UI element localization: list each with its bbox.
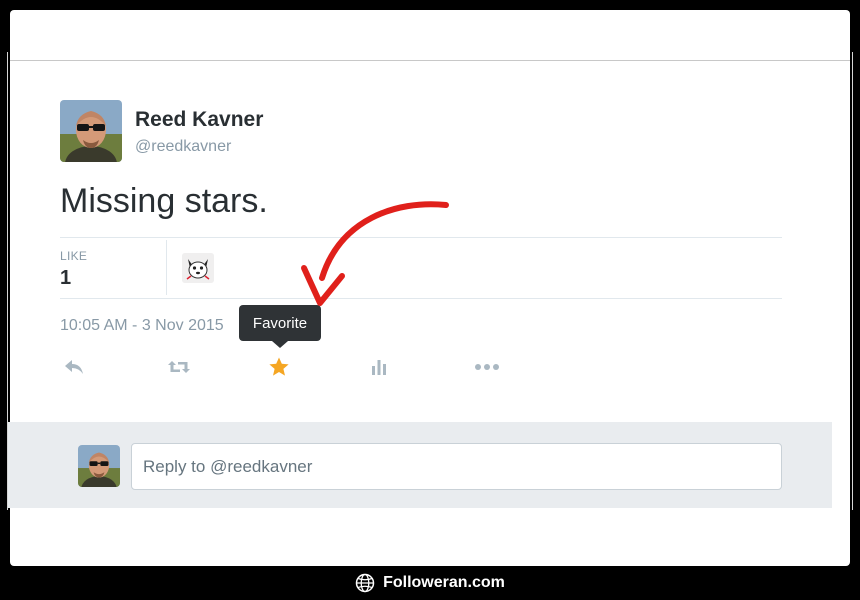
author-avatar[interactable] (60, 100, 122, 162)
liker-avatar[interactable] (182, 253, 214, 283)
more-button[interactable] (474, 356, 500, 378)
header-divider (10, 60, 850, 61)
tweet-timestamp[interactable]: 10:05 AM - 3 Nov 2015 (60, 317, 224, 335)
reply-avatar[interactable] (78, 445, 120, 487)
footer: Followeran.com (0, 566, 860, 600)
tweet-text: Missing stars. (60, 182, 268, 220)
reply-input[interactable] (131, 443, 782, 490)
stats-divider-bottom (60, 298, 782, 299)
reply-icon (65, 360, 83, 374)
author-handle[interactable]: @reedkavner (135, 138, 231, 156)
reply-button[interactable] (61, 356, 87, 378)
stats-divider-vertical (166, 240, 167, 295)
stats-divider-top (60, 237, 782, 238)
favorite-tooltip: Favorite (239, 305, 321, 341)
tooltip-arrow (272, 341, 288, 348)
like-label[interactable]: LIKE (60, 249, 87, 263)
favorite-button[interactable] (266, 356, 292, 378)
analytics-icon (372, 360, 386, 375)
star-icon (269, 357, 289, 376)
analytics-button[interactable] (366, 356, 392, 378)
more-icon (475, 364, 499, 370)
retweet-button[interactable] (166, 356, 192, 378)
author-name[interactable]: Reed Kavner (135, 108, 263, 132)
like-count[interactable]: 1 (60, 267, 71, 290)
retweet-icon (168, 361, 190, 373)
globe-icon (355, 573, 375, 593)
footer-text: Followeran.com (383, 574, 505, 591)
card-border-right (852, 52, 853, 510)
